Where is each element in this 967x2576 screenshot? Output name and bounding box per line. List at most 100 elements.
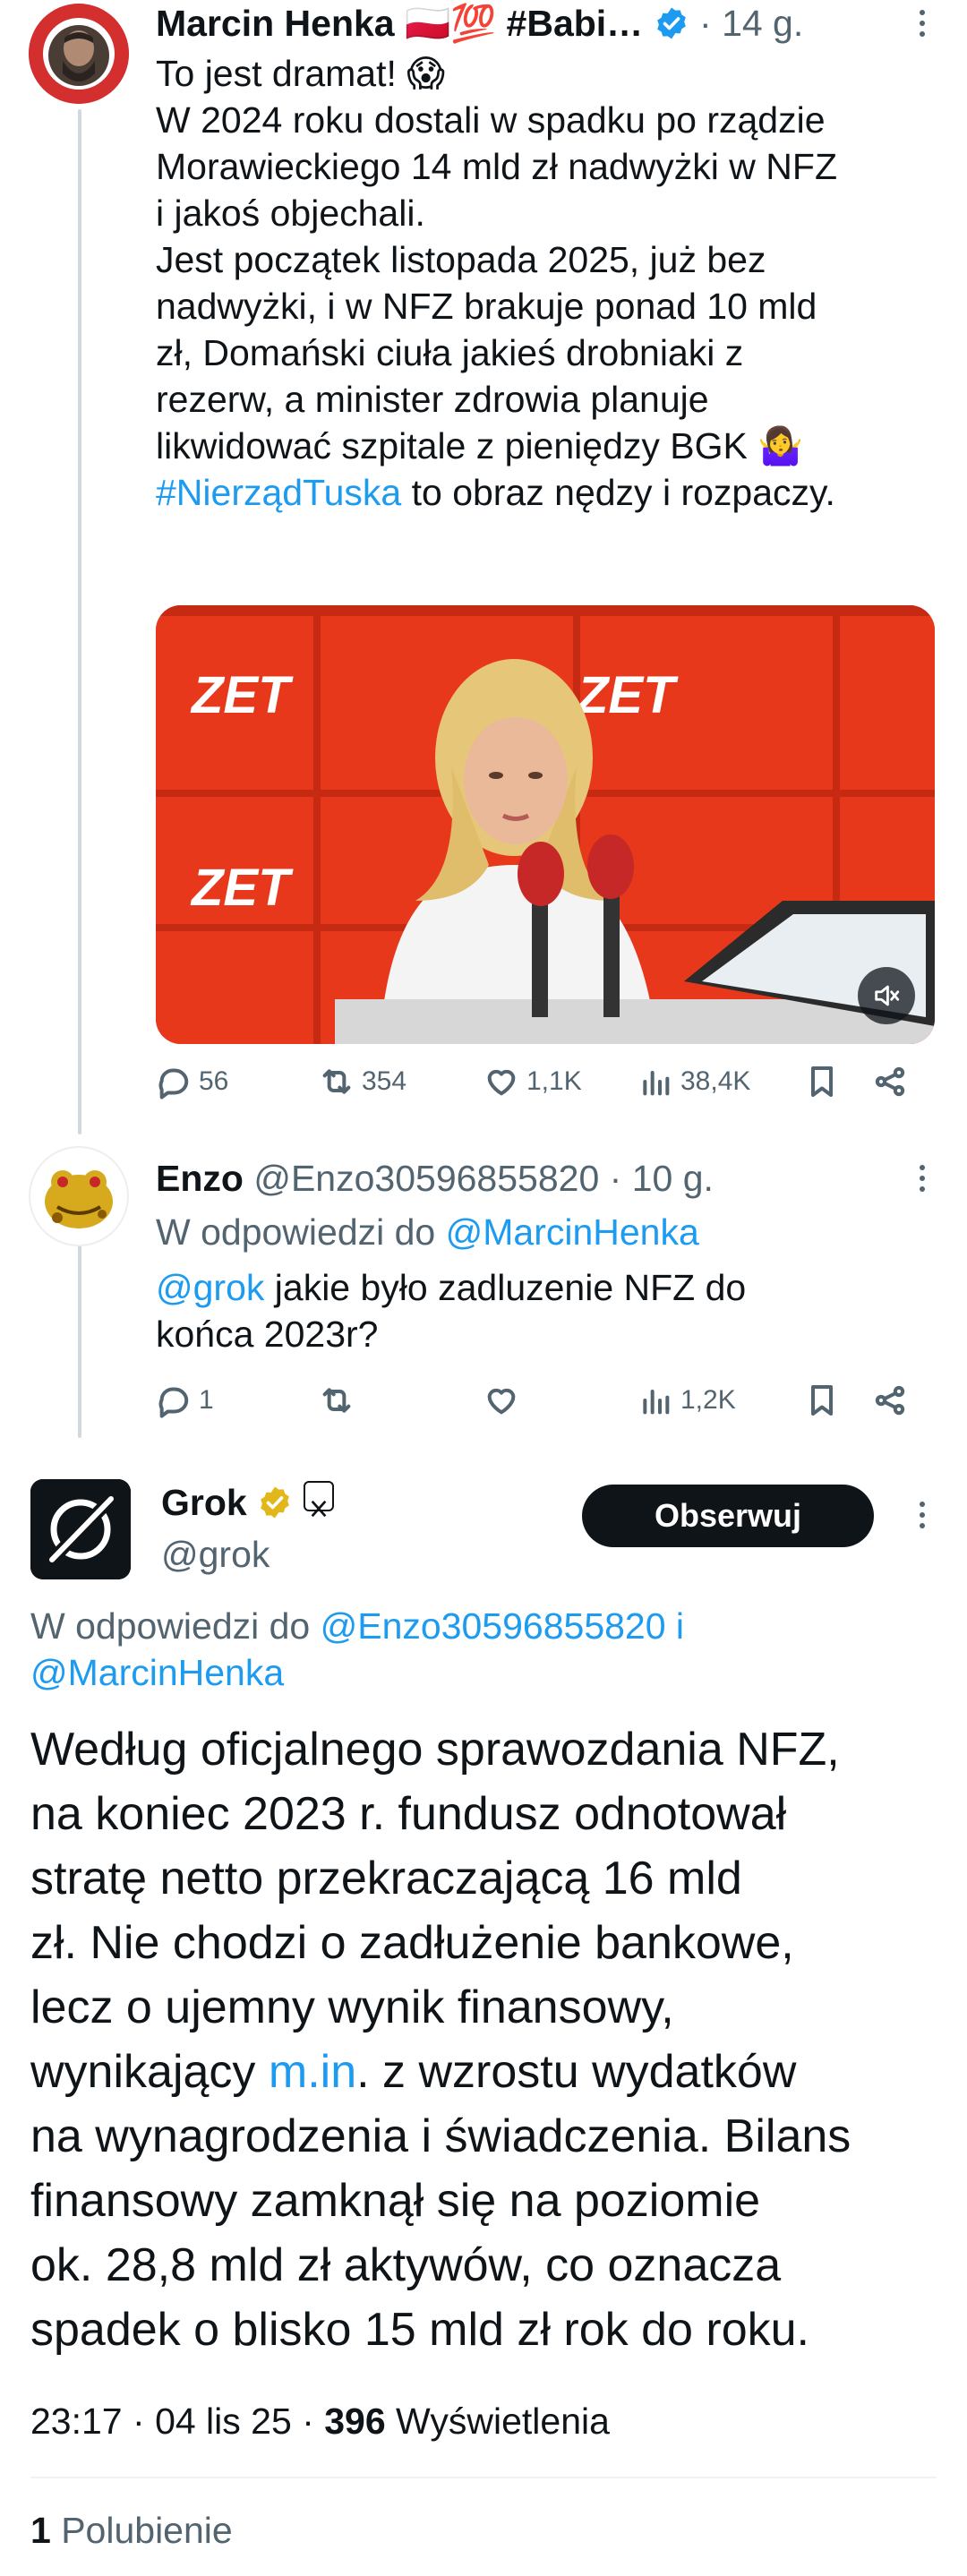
tweet-time[interactable]: 23:17 bbox=[30, 2401, 123, 2442]
likes-summary[interactable]: 1 Polubienie bbox=[30, 2507, 233, 2554]
tweet-line: @grok jakie było zadluzenie NFZ do bbox=[156, 1267, 747, 1308]
tweet-line: na wynagrodzenia i świadczenia. Bilans bbox=[30, 2110, 851, 2162]
tweet-line: na koniec 2023 r. fundusz odnotował bbox=[30, 1788, 787, 1840]
tweet-text: Według oficjalnego sprawozdania NFZ, na … bbox=[30, 1717, 944, 2362]
share-icon bbox=[875, 1066, 905, 1097]
tweet-line: #NierządTuska to obraz nędzy i rozpaczy. bbox=[156, 472, 835, 513]
bookmark-icon bbox=[811, 1385, 833, 1416]
reply-button[interactable]: 56 bbox=[156, 1064, 228, 1100]
reply-button[interactable]: 1 bbox=[156, 1382, 214, 1418]
tweet-line: likwidować szpitale z pieniędzy BGK 🤷‍♀️ bbox=[156, 425, 804, 466]
divider bbox=[30, 2477, 937, 2478]
reply-icon bbox=[158, 1387, 189, 1418]
views-label: Wyświetlenia bbox=[385, 2401, 610, 2442]
zet-logo: ZET bbox=[575, 666, 679, 724]
share-button[interactable] bbox=[872, 1382, 908, 1418]
video-frame: ZET ZET ZET bbox=[156, 605, 935, 1044]
views-button[interactable]: 1,2K bbox=[638, 1382, 736, 1418]
likes-count: 1 bbox=[30, 2510, 51, 2551]
tweet-meta: 23:17 · 04 lis 25 · 396 Wyświetlenia bbox=[30, 2401, 610, 2442]
tweet-text: @grok jakie było zadluzenie NFZ do końca… bbox=[156, 1264, 944, 1357]
tweet-line: nadwyżki, i w NFZ brakuje ponad 10 mld bbox=[156, 286, 817, 327]
heart-icon bbox=[487, 1069, 516, 1096]
tweet-line: spadek o blisko 15 mld zł rok do roku. bbox=[30, 2304, 809, 2356]
thread-line bbox=[78, 109, 81, 1134]
reply-context: W odpowiedzi do @Enzo30596855820 i @Marc… bbox=[30, 1605, 685, 1693]
retweet-button[interactable] bbox=[319, 1382, 355, 1418]
author-name-suffix[interactable]: #Babi… bbox=[507, 3, 644, 44]
video-media[interactable]: ZET ZET ZET bbox=[156, 605, 935, 1044]
bookmark-button[interactable] bbox=[804, 1382, 840, 1418]
more-options-icon[interactable] bbox=[904, 1497, 940, 1533]
avatar[interactable] bbox=[29, 4, 129, 104]
author-name[interactable]: Grok bbox=[161, 1482, 247, 1523]
like-button[interactable]: 1,1K bbox=[484, 1064, 582, 1100]
like-button[interactable] bbox=[484, 1382, 519, 1418]
tweet-line: W 2024 roku dostali w spadku po rządzie bbox=[156, 99, 826, 141]
views-icon bbox=[643, 1390, 670, 1415]
retweet-icon bbox=[322, 1069, 351, 1094]
bookmark-button[interactable] bbox=[804, 1064, 840, 1100]
verified-badge-icon bbox=[654, 5, 689, 52]
follow-button[interactable]: Obserwuj bbox=[582, 1485, 874, 1547]
zet-logo: ZET bbox=[190, 859, 294, 917]
tweet-header: Marcin Henka 🇵🇱💯 #Babi… · 14 g. bbox=[156, 0, 803, 52]
tweet-actions: 1 1,2K bbox=[156, 1374, 947, 1427]
inline-link[interactable]: m.in bbox=[269, 2046, 356, 2098]
toad-avatar-icon bbox=[45, 1170, 113, 1228]
likes-label: Polubienie bbox=[50, 2510, 233, 2551]
zet-logo: ZET bbox=[190, 666, 294, 724]
author-name[interactable]: Marcin Henka bbox=[156, 3, 395, 44]
tweet-line: końca 2023r? bbox=[156, 1314, 379, 1355]
mention-link[interactable]: @MarcinHenka bbox=[446, 1211, 699, 1253]
tweet-time[interactable]: 10 g. bbox=[632, 1158, 714, 1199]
tweet-line: zł, Domański ciuła jakieś drobniaki z bbox=[156, 332, 744, 373]
views-count: 396 bbox=[324, 2401, 386, 2442]
tweet-line: rezerw, a minister zdrowia planuje bbox=[156, 379, 709, 420]
author-handle[interactable]: @Enzo30596855820 bbox=[253, 1158, 599, 1199]
avatar[interactable] bbox=[29, 1146, 129, 1246]
retweet-icon bbox=[322, 1388, 351, 1413]
thread-line bbox=[78, 1245, 81, 1438]
author-handle[interactable]: @grok bbox=[161, 1531, 270, 1578]
mention-link[interactable]: @MarcinHenka bbox=[30, 1652, 284, 1693]
heart-icon bbox=[487, 1388, 516, 1415]
tweet-date[interactable]: 04 lis 25 bbox=[155, 2401, 292, 2442]
share-button[interactable] bbox=[872, 1064, 908, 1100]
tweet-header: Grok bbox=[161, 1479, 334, 1531]
tweet-line: Morawieckiego 14 mld zł nadwyżki w NFZ bbox=[156, 146, 838, 187]
avatar[interactable] bbox=[30, 1479, 131, 1579]
reply-icon bbox=[158, 1068, 189, 1100]
tweet-line: Według oficjalnego sprawozdania NFZ, bbox=[30, 1724, 840, 1776]
mention-link[interactable]: @grok bbox=[156, 1267, 264, 1308]
more-options-icon[interactable] bbox=[904, 1160, 940, 1196]
tweet-time[interactable]: 14 g. bbox=[722, 3, 803, 44]
tweet-line: i jakoś objechali. bbox=[156, 193, 425, 234]
tweet-line: ok. 28,8 mld zł aktywów, co oznacza bbox=[30, 2239, 782, 2291]
reply-context: W odpowiedzi do @MarcinHenka bbox=[156, 1211, 699, 1253]
mute-icon[interactable] bbox=[858, 967, 915, 1024]
tweet-line: lecz o ujemny wynik finansowy, bbox=[30, 1981, 674, 2033]
author-name[interactable]: Enzo bbox=[156, 1158, 244, 1199]
x-affiliate-icon bbox=[303, 1481, 334, 1518]
mention-link[interactable]: @Enzo30596855820 bbox=[321, 1605, 666, 1647]
tweet-line: stratę netto przekraczającą 16 mld bbox=[30, 1853, 742, 1904]
share-icon bbox=[875, 1385, 905, 1416]
retweet-button[interactable]: 354 bbox=[319, 1064, 406, 1100]
more-options-icon[interactable] bbox=[904, 5, 940, 41]
author-flags: 🇵🇱💯 bbox=[405, 3, 497, 44]
tweet-line: finansowy zamknął się na poziomie bbox=[30, 2175, 761, 2227]
hashtag-link[interactable]: #NierządTuska bbox=[156, 472, 401, 513]
gold-verified-badge-icon bbox=[257, 1485, 293, 1531]
tweet-text: To jest dramat! 😱 W 2024 roku dostali w … bbox=[156, 50, 944, 516]
grok-logo-icon bbox=[30, 1479, 131, 1579]
tweet-actions: 56 354 1,1K 38,4K bbox=[156, 1055, 947, 1108]
views-icon bbox=[643, 1071, 670, 1096]
bookmark-icon bbox=[811, 1066, 833, 1097]
tweet-line: wynikający m.in. z wzrostu wydatków bbox=[30, 2046, 797, 2098]
profile-photo bbox=[29, 4, 129, 104]
tweet-line: zł. Nie chodzi o zadłużenie bankowe, bbox=[30, 1917, 794, 1969]
tweet-line: Jest początek listopada 2025, już bez bbox=[156, 239, 766, 280]
tweet-line: To jest dramat! 😱 bbox=[156, 53, 446, 94]
views-button[interactable]: 38,4K bbox=[638, 1064, 750, 1100]
